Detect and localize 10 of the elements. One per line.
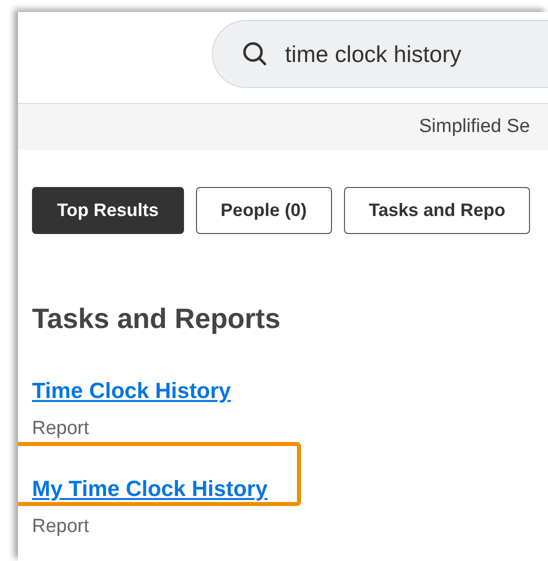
search-field[interactable]: time clock history bbox=[212, 20, 548, 88]
result-type: Report bbox=[32, 417, 90, 441]
banner-text: Simplified Se bbox=[419, 116, 530, 137]
section-title: Tasks and Reports bbox=[32, 302, 282, 336]
result-type: Report bbox=[32, 514, 90, 538]
filter-tab[interactable]: Tasks and Repo bbox=[344, 187, 530, 234]
filter-tab[interactable]: People (0) bbox=[196, 187, 332, 234]
result-link[interactable]: Time Clock History bbox=[32, 378, 231, 403]
result-link[interactable]: My Time Clock History bbox=[32, 476, 268, 500]
filter-tab[interactable]: Top Results bbox=[32, 187, 184, 234]
